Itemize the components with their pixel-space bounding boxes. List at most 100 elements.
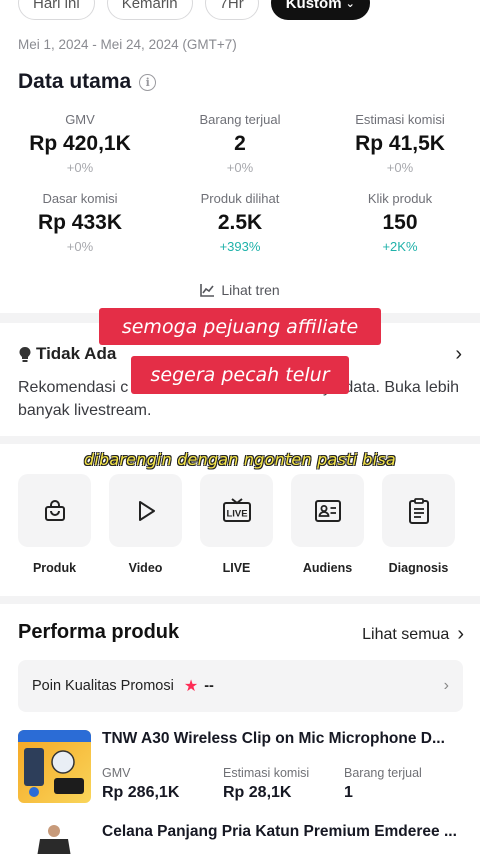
product-stat-label: Barang terjual bbox=[344, 766, 422, 780]
product-stat-value: Rp 286,1K bbox=[102, 784, 180, 801]
tab-label: Hari ini bbox=[33, 0, 80, 12]
tools-row: Produk Video LIVE LIVE Audiens Diagnosis bbox=[18, 474, 455, 575]
product-row[interactable]: Celana Panjang Pria Katun Premium Emdere… bbox=[18, 823, 462, 854]
section-divider bbox=[0, 436, 480, 444]
tool-label: LIVE bbox=[222, 561, 251, 575]
metrics-grid: GMV Rp 420,1K +0% Barang terjual 2 +0% E… bbox=[0, 112, 480, 254]
product-stat: Estimasi komisi Rp 28,1K bbox=[223, 766, 344, 802]
metric-change: +393% bbox=[219, 239, 261, 254]
live-tv-icon: LIVE bbox=[222, 497, 251, 522]
product-name: TNW A30 Wireless Clip on Mic Microphone … bbox=[102, 730, 445, 747]
tool-label: Produk bbox=[32, 561, 77, 575]
product-thumbnail bbox=[18, 730, 91, 803]
performa-title: Performa produk bbox=[18, 621, 180, 643]
tab-label: 7Hr bbox=[219, 0, 244, 12]
info-icon[interactable]: i bbox=[139, 73, 157, 91]
bag-icon bbox=[44, 499, 65, 521]
product-stat-label: Estimasi komisi bbox=[223, 766, 310, 780]
metric-gmv[interactable]: GMV Rp 420,1K +0% bbox=[0, 112, 160, 175]
star-icon: ★ bbox=[183, 678, 199, 695]
overlay-sticker-line2: segera pecah telur bbox=[131, 356, 349, 394]
tab-label: Kustom bbox=[285, 0, 342, 12]
tool-diagnosis[interactable]: Diagnosis bbox=[382, 474, 455, 575]
trend-link-label: Lihat tren bbox=[221, 282, 280, 298]
section-divider bbox=[0, 596, 480, 604]
tool-produk[interactable]: Produk bbox=[18, 474, 91, 575]
metric-label: Barang terjual bbox=[199, 112, 281, 127]
overlay-sticker-line1: semoga pejuang affiliate bbox=[99, 308, 381, 345]
section-title-data-utama: Data utama i bbox=[18, 70, 157, 94]
metric-value: 2.5K bbox=[217, 211, 263, 234]
metric-change: +0% bbox=[386, 160, 414, 175]
overlay-text: semoga pejuang affiliate bbox=[121, 315, 359, 338]
chevron-right-icon: › bbox=[457, 623, 464, 645]
metric-label: Produk dilihat bbox=[200, 191, 280, 206]
tool-audiens[interactable]: Audiens bbox=[291, 474, 364, 575]
tool-video[interactable]: Video bbox=[109, 474, 182, 575]
tool-live[interactable]: LIVE LIVE bbox=[200, 474, 273, 575]
chevron-right-icon: › bbox=[443, 677, 449, 694]
id-card-icon bbox=[314, 499, 341, 522]
metric-label: Estimasi komisi bbox=[355, 112, 445, 127]
product-stat-value: Rp 28,1K bbox=[223, 784, 292, 801]
recommendation-title[interactable]: Tidak Ada bbox=[18, 344, 116, 364]
metric-value: Rp 420,1K bbox=[29, 132, 131, 155]
recommendation-text-part: Rekomendasi c bbox=[18, 379, 129, 396]
promo-quality-row[interactable]: Poin Kualitas Promosi ★ -- › bbox=[18, 660, 463, 712]
svg-text:LIVE: LIVE bbox=[226, 508, 247, 519]
promo-value: -- bbox=[204, 678, 214, 694]
metric-items-sold[interactable]: Barang terjual 2 +0% bbox=[160, 112, 320, 175]
tool-box bbox=[109, 474, 182, 547]
product-name: Celana Panjang Pria Katun Premium Emdere… bbox=[102, 823, 457, 840]
metric-change: +2K% bbox=[382, 239, 418, 254]
metric-value: 150 bbox=[382, 211, 418, 234]
clipboard-icon bbox=[408, 497, 429, 524]
tool-label: Video bbox=[128, 561, 163, 575]
product-thumbnail bbox=[18, 823, 91, 854]
date-tabs: Hari ini Kemarin 7Hr Kustom ⌄ bbox=[18, 0, 370, 20]
chevron-right-icon[interactable]: › bbox=[455, 343, 462, 366]
tab-yesterday[interactable]: Kemarin bbox=[106, 0, 193, 20]
tab-today[interactable]: Hari ini bbox=[18, 0, 95, 20]
trend-link[interactable]: Lihat tren bbox=[0, 282, 480, 298]
metric-change: +0% bbox=[226, 160, 254, 175]
trend-chart-icon bbox=[200, 283, 215, 297]
metric-label: GMV bbox=[65, 112, 95, 127]
product-stat: GMV Rp 286,1K bbox=[102, 766, 223, 802]
tool-box: LIVE bbox=[200, 474, 273, 547]
see-all-label: Lihat semua bbox=[362, 625, 450, 643]
play-icon bbox=[138, 500, 155, 521]
tool-box bbox=[18, 474, 91, 547]
metric-product-clicks[interactable]: Klik produk 150 +2K% bbox=[320, 191, 480, 254]
metric-label: Dasar komisi bbox=[42, 191, 118, 206]
metric-value: Rp 433K bbox=[37, 211, 123, 234]
product-stat-value: 1 bbox=[344, 784, 353, 801]
metric-value: 2 bbox=[234, 132, 246, 155]
section-title-text: Data utama bbox=[18, 70, 132, 93]
tool-box bbox=[382, 474, 455, 547]
product-image bbox=[18, 730, 91, 803]
product-row[interactable]: TNW A30 Wireless Clip on Mic Microphone … bbox=[18, 730, 462, 805]
chevron-down-icon: ⌄ bbox=[345, 0, 355, 10]
lightbulb-icon bbox=[19, 346, 31, 362]
date-range: Mei 1, 2024 - Mei 24, 2024 (GMT+7) bbox=[18, 37, 237, 52]
video-caption: dibarengin dengan ngonten pasti bisa bbox=[84, 450, 396, 469]
tab-label: Kemarin bbox=[121, 0, 178, 12]
metric-product-views[interactable]: Produk dilihat 2.5K +393% bbox=[160, 191, 320, 254]
overlay-text: segera pecah telur bbox=[150, 364, 330, 386]
promo-label: Poin Kualitas Promosi bbox=[32, 678, 174, 694]
product-image bbox=[37, 825, 71, 854]
tab-custom[interactable]: Kustom ⌄ bbox=[270, 0, 370, 20]
metric-change: +0% bbox=[66, 160, 94, 175]
tab-7days[interactable]: 7Hr bbox=[204, 0, 259, 20]
recommendation-title-text: Tidak Ada bbox=[36, 344, 117, 363]
tool-box bbox=[291, 474, 364, 547]
metric-change: +0% bbox=[66, 239, 94, 254]
metric-commission-base[interactable]: Dasar komisi Rp 433K +0% bbox=[0, 191, 160, 254]
metric-label: Klik produk bbox=[367, 191, 433, 206]
see-all-link[interactable]: Lihat semua › bbox=[362, 623, 464, 646]
product-stat-label: GMV bbox=[102, 766, 131, 780]
tool-label: Audiens bbox=[302, 561, 353, 575]
metric-est-commission[interactable]: Estimasi komisi Rp 41,5K +0% bbox=[320, 112, 480, 175]
metric-value: Rp 41,5K bbox=[355, 132, 445, 155]
